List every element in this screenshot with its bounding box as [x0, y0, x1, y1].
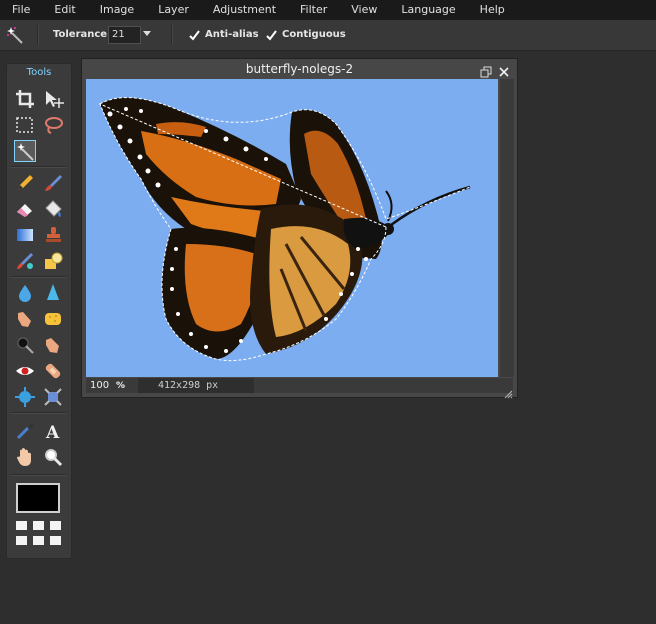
color-replace-tool-icon[interactable] [14, 250, 36, 272]
close-window-icon[interactable] [498, 63, 510, 77]
menu-file[interactable]: File [0, 0, 42, 20]
menu-edit[interactable]: Edit [42, 0, 87, 20]
drawing-tool-icon[interactable] [42, 250, 64, 272]
menu-bar: File Edit Image Layer Adjustment Filter … [0, 0, 656, 20]
image-canvas[interactable] [86, 79, 498, 377]
image-window: butterfly-nolegs-2 100 % 412x298 px [81, 58, 518, 399]
blur-tool-icon[interactable] [14, 282, 36, 304]
options-divider [37, 25, 39, 45]
tools-divider [11, 474, 67, 476]
svg-text:A: A [45, 423, 60, 442]
gradient-tool-icon[interactable] [14, 224, 36, 246]
tolerance-label: Tolerance: [53, 29, 112, 40]
antialias-checkbox[interactable] [188, 27, 201, 41]
lasso-tool-icon[interactable] [42, 114, 64, 136]
crop-tool-icon[interactable] [14, 88, 36, 110]
vertical-scrollbar[interactable] [500, 79, 514, 377]
options-bar: Tolerance: 21 Anti-alias Contiguous [0, 20, 656, 51]
options-divider [171, 25, 173, 45]
pencil-tool-icon[interactable] [14, 172, 36, 194]
tools-panel-title: Tools [26, 67, 52, 78]
butterfly-image [99, 97, 471, 362]
swatch-grid-cell[interactable] [33, 536, 44, 545]
zoom-value[interactable]: 100 [90, 380, 109, 391]
tools-divider [11, 412, 67, 414]
eraser-tool-icon[interactable] [14, 198, 36, 220]
swatch-grid-cell[interactable] [16, 521, 27, 530]
clone-stamp-tool-icon[interactable] [42, 224, 64, 246]
foreground-color-swatch[interactable] [16, 483, 60, 513]
brush-tool-icon[interactable] [42, 172, 64, 194]
smudge-tool-icon[interactable] [14, 308, 36, 330]
color-picker-tool-icon[interactable] [14, 420, 36, 442]
swatch-grid-cell[interactable] [16, 536, 27, 545]
menu-adjustment[interactable]: Adjustment [201, 0, 288, 20]
menu-layer[interactable]: Layer [146, 0, 201, 20]
menu-view[interactable]: View [339, 0, 389, 20]
paint-bucket-tool-icon[interactable] [42, 198, 64, 220]
red-eye-tool-icon[interactable] [14, 360, 36, 382]
image-window-title: butterfly-nolegs-2 [245, 62, 354, 76]
contiguous-label: Contiguous [282, 29, 346, 40]
tools-divider [11, 276, 67, 278]
swatch-grid-cell[interactable] [50, 536, 61, 545]
menu-help[interactable]: Help [468, 0, 517, 20]
zoom-tool-icon[interactable] [42, 446, 64, 468]
menu-filter[interactable]: Filter [288, 0, 339, 20]
marquee-tool-icon[interactable] [14, 114, 36, 136]
resize-grip-icon[interactable] [504, 384, 513, 399]
image-dimensions: 412x298 px [158, 380, 219, 391]
text-tool-icon[interactable]: A [42, 420, 64, 442]
bloat-tool-icon[interactable] [14, 386, 36, 408]
tolerance-dropdown-icon[interactable] [143, 31, 151, 36]
zoom-unit: % [116, 381, 126, 391]
menu-language[interactable]: Language [389, 0, 467, 20]
magic-wand-icon [6, 26, 24, 44]
sharpen-tool-icon[interactable] [42, 282, 64, 304]
antialias-label: Anti-alias [205, 29, 259, 40]
magic-wand-tool-icon[interactable] [14, 140, 36, 162]
restore-window-icon[interactable] [480, 63, 492, 78]
swatch-grid-cell[interactable] [50, 521, 61, 530]
sponge-tool-icon[interactable] [42, 308, 64, 330]
spot-heal-tool-icon[interactable] [42, 360, 64, 382]
move-tool-icon[interactable] [42, 88, 64, 110]
hand-tool-icon[interactable] [14, 446, 36, 468]
image-size-box: 412x298 px [138, 378, 254, 393]
image-status-bar: 100 % 412x298 px [86, 378, 513, 393]
menu-image[interactable]: Image [88, 0, 146, 20]
pinch-tool-icon[interactable] [42, 386, 64, 408]
tolerance-input[interactable]: 21 [108, 26, 141, 44]
tools-divider [11, 166, 67, 168]
swatch-grid-cell[interactable] [33, 521, 44, 530]
contiguous-checkbox[interactable] [265, 27, 278, 41]
burn-tool-icon[interactable] [42, 334, 64, 356]
tools-panel: Tools A [6, 63, 72, 559]
dodge-tool-icon[interactable] [14, 334, 36, 356]
